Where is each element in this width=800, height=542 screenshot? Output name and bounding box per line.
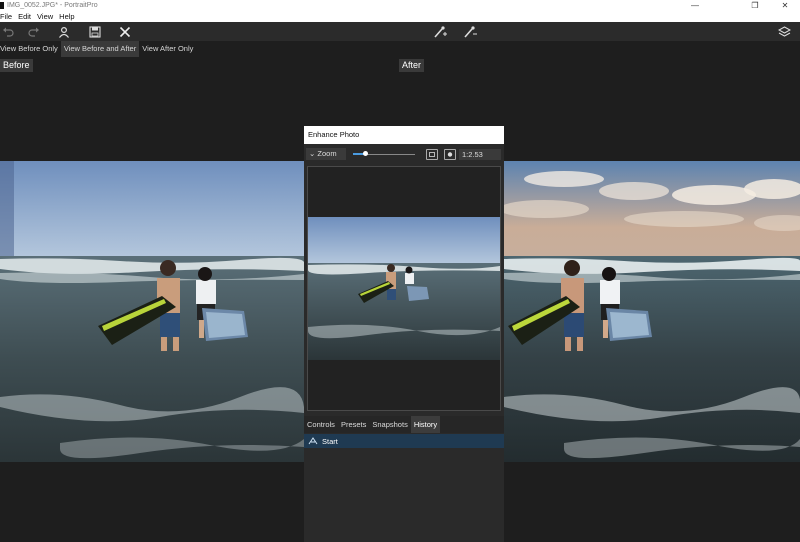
menu-file[interactable]: File — [0, 12, 15, 21]
fit-to-window-icon — [429, 152, 435, 157]
close-window-button[interactable]: ✕ — [770, 0, 800, 11]
after-photo-graphic — [504, 161, 800, 462]
after-image[interactable] — [504, 161, 800, 462]
view-before-and-after-button[interactable]: View Before and After — [60, 41, 140, 57]
person-icon — [59, 26, 69, 38]
preview-thumbnail — [308, 217, 500, 360]
maximize-button[interactable]: ❐ — [740, 0, 770, 11]
view-mode-bar: View Before Only View Before and After V… — [0, 41, 196, 57]
before-label: Before — [0, 59, 33, 72]
menu-bar: File Edit View Help — [0, 11, 800, 22]
save-button[interactable] — [87, 24, 103, 39]
menu-edit[interactable]: Edit — [15, 12, 34, 21]
zoom-dropdown[interactable]: ⌄ Zoom — [306, 148, 346, 160]
after-label: After — [399, 59, 425, 72]
preview-navigator[interactable] — [307, 166, 501, 411]
zoom-fit-button[interactable] — [426, 149, 438, 160]
layers-icon — [777, 25, 791, 37]
redo-icon — [28, 27, 39, 37]
redo-button[interactable] — [26, 24, 42, 39]
brush-remove-button[interactable] — [462, 24, 478, 39]
tab-history[interactable]: History — [410, 416, 441, 433]
title-bar: IMG_0052.JPG* - PortraitPro — ❐ ✕ — [0, 0, 800, 11]
close-image-button[interactable] — [117, 24, 133, 39]
undo-button[interactable] — [0, 24, 16, 39]
window-title: IMG_0052.JPG* - PortraitPro — [7, 2, 98, 9]
history-item-label: Start — [322, 436, 338, 446]
tab-controls[interactable]: Controls — [304, 416, 338, 433]
layers-button[interactable] — [776, 24, 792, 39]
close-icon — [119, 26, 131, 37]
tab-presets[interactable]: Presets — [338, 416, 369, 433]
brush-remove-icon — [464, 25, 477, 38]
brush-add-button[interactable] — [432, 24, 448, 39]
minimize-button[interactable]: — — [680, 0, 710, 11]
zoom-bar: ⌄ Zoom 1:2.53 — [304, 146, 504, 162]
face-zoom-icon — [447, 152, 453, 157]
brush-add-icon — [434, 25, 447, 38]
toolbar — [0, 22, 800, 41]
view-before-only-button[interactable]: View Before Only — [0, 41, 61, 57]
enhance-photo-panel: Enhance Photo ⌄ Zoom 1:2.53 Controls Pre… — [304, 126, 504, 542]
face-select-button[interactable] — [56, 24, 72, 39]
app-icon — [0, 2, 4, 9]
menu-help[interactable]: Help — [56, 12, 77, 21]
chevron-down-icon: ⌄ — [309, 149, 316, 158]
menu-view[interactable]: View — [34, 12, 56, 21]
before-image[interactable] — [0, 161, 304, 462]
history-start-icon — [308, 437, 318, 445]
before-photo-graphic — [0, 161, 304, 462]
view-after-only-button[interactable]: View After Only — [139, 41, 196, 57]
undo-icon — [3, 27, 14, 37]
enhance-tabs: Controls Presets Snapshots History — [304, 416, 504, 433]
zoom-slider-thumb[interactable] — [363, 151, 368, 156]
tab-snapshots[interactable]: Snapshots — [369, 416, 410, 433]
save-icon — [89, 25, 101, 38]
zoom-face-button[interactable] — [444, 149, 456, 160]
history-item[interactable]: Start — [304, 434, 504, 448]
zoom-label: Zoom — [317, 149, 337, 158]
enhance-panel-title: Enhance Photo — [304, 126, 504, 144]
zoom-ratio: 1:2.53 — [459, 149, 501, 160]
